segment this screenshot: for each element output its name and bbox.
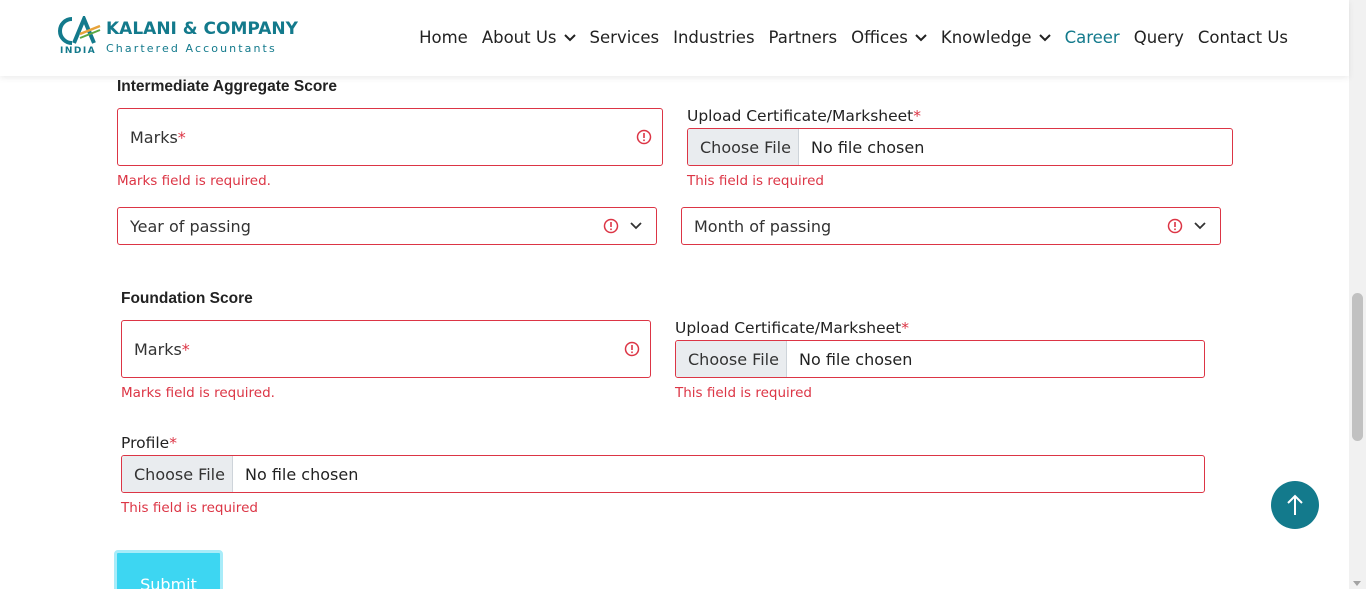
choose-file-button[interactable]: Choose File — [688, 129, 799, 165]
intermediate-upload-label: Upload Certificate/Marksheet* — [687, 107, 921, 125]
intermediate-upload-error: This field is required — [687, 173, 824, 189]
chevron-down-icon — [1038, 34, 1051, 42]
foundation-upload-label: Upload Certificate/Marksheet* — [675, 319, 909, 337]
scrollbar-thumb[interactable] — [1352, 293, 1363, 441]
main-nav: Home About Us Services Industries Partne… — [405, 26, 1288, 48]
foundation-section-title: Foundation Score — [121, 290, 253, 307]
foundation-upload-input[interactable]: Choose File No file chosen — [675, 340, 1205, 378]
error-icon — [1167, 218, 1183, 234]
foundation-marks-input[interactable]: Marks* — [121, 320, 651, 378]
chevron-down-icon — [563, 34, 576, 42]
intermediate-marks-error: Marks field is required. — [117, 173, 271, 189]
profile-error: This field is required — [121, 500, 258, 516]
nav-services[interactable]: Services — [590, 28, 660, 47]
nav-career[interactable]: Career — [1065, 28, 1120, 47]
year-of-passing-select[interactable]: Year of passing — [117, 207, 657, 245]
intermediate-upload-input[interactable]: Choose File No file chosen — [687, 128, 1233, 166]
year-placeholder: Year of passing — [130, 217, 251, 236]
error-icon — [636, 129, 652, 145]
profile-label: Profile* — [121, 434, 177, 452]
intermediate-marks-input[interactable]: Marks* — [117, 108, 663, 166]
intermediate-marks-placeholder: Marks — [130, 128, 178, 147]
file-status: No file chosen — [799, 349, 913, 369]
choose-file-button[interactable]: Choose File — [122, 456, 233, 492]
ca-logo-icon — [58, 16, 101, 45]
nav-industries[interactable]: Industries — [673, 28, 754, 47]
required-asterisk: * — [177, 128, 186, 147]
error-icon — [624, 341, 640, 357]
foundation-marks-error: Marks field is required. — [121, 385, 275, 401]
site-header: INDIA KALANI & COMPANY Chartered Account… — [0, 0, 1349, 76]
nav-query[interactable]: Query — [1134, 28, 1184, 47]
company-logo[interactable]: INDIA KALANI & COMPANY Chartered Account… — [56, 16, 298, 60]
intermediate-section-title: Intermediate Aggregate Score — [117, 78, 337, 95]
arrow-up-icon — [1287, 494, 1303, 515]
nav-partners[interactable]: Partners — [769, 28, 838, 47]
logo-tagline: Chartered Accountants — [106, 42, 277, 55]
chevron-down-icon — [1194, 222, 1206, 230]
nav-knowledge[interactable]: Knowledge — [941, 28, 1051, 47]
nav-home[interactable]: Home — [419, 28, 468, 47]
nav-offices[interactable]: Offices — [851, 28, 927, 47]
nav-about-us[interactable]: About Us — [482, 28, 576, 47]
page-scrollbar[interactable] — [1349, 0, 1366, 589]
file-status: No file chosen — [811, 137, 925, 157]
logo-country: INDIA — [60, 46, 97, 56]
file-status: No file chosen — [245, 464, 359, 484]
foundation-marks-placeholder: Marks — [134, 340, 182, 359]
logo-company-name: KALANI & COMPANY — [106, 19, 298, 39]
chevron-down-icon — [915, 34, 927, 42]
choose-file-button[interactable]: Choose File — [676, 341, 787, 377]
profile-upload-input[interactable]: Choose File No file chosen — [121, 455, 1205, 493]
submit-button[interactable]: Submit — [114, 550, 223, 589]
month-of-passing-select[interactable]: Month of passing — [681, 207, 1221, 245]
scroll-down-arrow-icon[interactable] — [1353, 581, 1361, 586]
chevron-down-icon — [630, 222, 642, 230]
required-asterisk: * — [181, 340, 190, 359]
nav-contact-us[interactable]: Contact Us — [1198, 28, 1288, 47]
foundation-upload-error: This field is required — [675, 385, 812, 401]
back-to-top-button[interactable] — [1271, 481, 1319, 529]
error-icon — [603, 218, 619, 234]
month-placeholder: Month of passing — [694, 217, 832, 236]
